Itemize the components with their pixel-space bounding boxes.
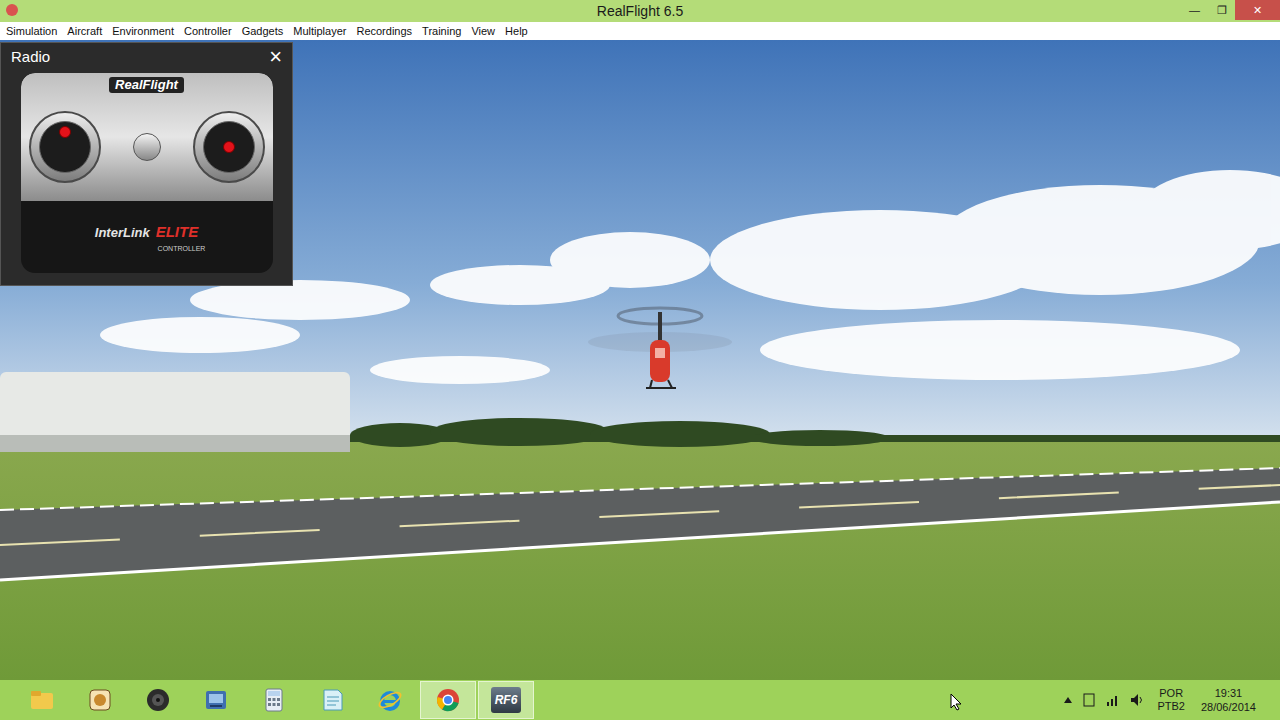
desktop: RealFlight 6.5 —❐✕ SimulationAircraftEnvir… xyxy=(0,0,1280,720)
menu-item[interactable]: View xyxy=(466,22,500,40)
window-control-button[interactable]: ✕ xyxy=(1235,0,1280,20)
speaker-icon xyxy=(144,686,172,714)
radio-panel-title: Radio xyxy=(11,46,50,69)
menu-item[interactable]: Recordings xyxy=(351,22,417,40)
chrome-icon xyxy=(434,686,462,714)
title-bar[interactable]: RealFlight 6.5 —❐✕ xyxy=(0,0,1280,22)
taskbar-button[interactable] xyxy=(188,681,244,719)
radio-panel[interactable]: Radio × RealFlight InterLink ELITECONTROLLER xyxy=(0,42,293,286)
helicopter xyxy=(588,308,732,388)
calculator-icon xyxy=(260,686,288,714)
transmitter-model-sub: CONTROLLER xyxy=(158,244,206,253)
realflight-icon: RF6 xyxy=(491,687,521,713)
action-center-icon[interactable] xyxy=(1081,692,1097,708)
taskbar-button[interactable] xyxy=(130,681,186,719)
input-language[interactable]: PORPTB2 xyxy=(1153,687,1189,713)
stick-gimbal[interactable] xyxy=(29,111,101,183)
window-control-button[interactable]: — xyxy=(1181,0,1208,20)
menu-item[interactable]: Controller xyxy=(179,22,237,40)
notes-icon xyxy=(318,686,346,714)
taskbar-button[interactable] xyxy=(14,681,70,719)
volume-icon[interactable] xyxy=(1129,692,1145,708)
game-icon xyxy=(202,686,230,714)
window-control-button[interactable]: ❐ xyxy=(1208,0,1235,20)
app-icon xyxy=(6,4,18,16)
menu-item[interactable]: Gadgets xyxy=(237,22,289,40)
taskbar-button[interactable] xyxy=(246,681,302,719)
menu-item[interactable]: Multiplayer xyxy=(288,22,351,40)
mouse-cursor-icon xyxy=(950,693,962,711)
folder-icon xyxy=(28,686,56,714)
menu-item[interactable]: Aircraft xyxy=(62,22,107,40)
menu-bar: SimulationAircraftEnvironmentControllerG… xyxy=(0,22,1280,40)
menu-item[interactable]: Training xyxy=(417,22,466,40)
transmitter: RealFlight InterLink ELITECONTROLLER xyxy=(21,73,273,273)
show-hidden-icons-icon[interactable] xyxy=(1063,696,1073,704)
stick-knob[interactable] xyxy=(59,126,71,138)
taskbar-button[interactable] xyxy=(362,681,418,719)
simulation-view[interactable]: Radio × RealFlight InterLink ELITECONTROLLER xyxy=(0,40,1280,680)
transmitter-brand: RealFlight xyxy=(109,77,184,93)
app-icon xyxy=(86,686,114,714)
center-knob xyxy=(133,133,161,161)
menu-item[interactable]: Environment xyxy=(107,22,179,40)
transmitter-model: InterLink xyxy=(95,223,150,243)
window-title: RealFlight 6.5 xyxy=(597,1,683,22)
clock[interactable]: 19:3128/06/2014 xyxy=(1197,686,1260,714)
internet-explorer-icon xyxy=(376,686,404,714)
close-button[interactable]: × xyxy=(269,46,282,68)
menu-item[interactable]: Help xyxy=(500,22,533,40)
taskbar-button[interactable] xyxy=(72,681,128,719)
network-icon[interactable] xyxy=(1105,692,1121,708)
menu-item[interactable]: Simulation xyxy=(1,22,62,40)
stick-gimbal[interactable] xyxy=(193,111,265,183)
taskbar-button[interactable] xyxy=(304,681,360,719)
stick-knob[interactable] xyxy=(223,141,235,153)
taskbar: RF6 PORPTB2 19:3128/06/2014 xyxy=(0,680,1280,720)
taskbar-button[interactable]: RF6 xyxy=(478,681,534,719)
transmitter-model-suffix: ELITE xyxy=(156,221,199,244)
taskbar-button[interactable] xyxy=(420,681,476,719)
